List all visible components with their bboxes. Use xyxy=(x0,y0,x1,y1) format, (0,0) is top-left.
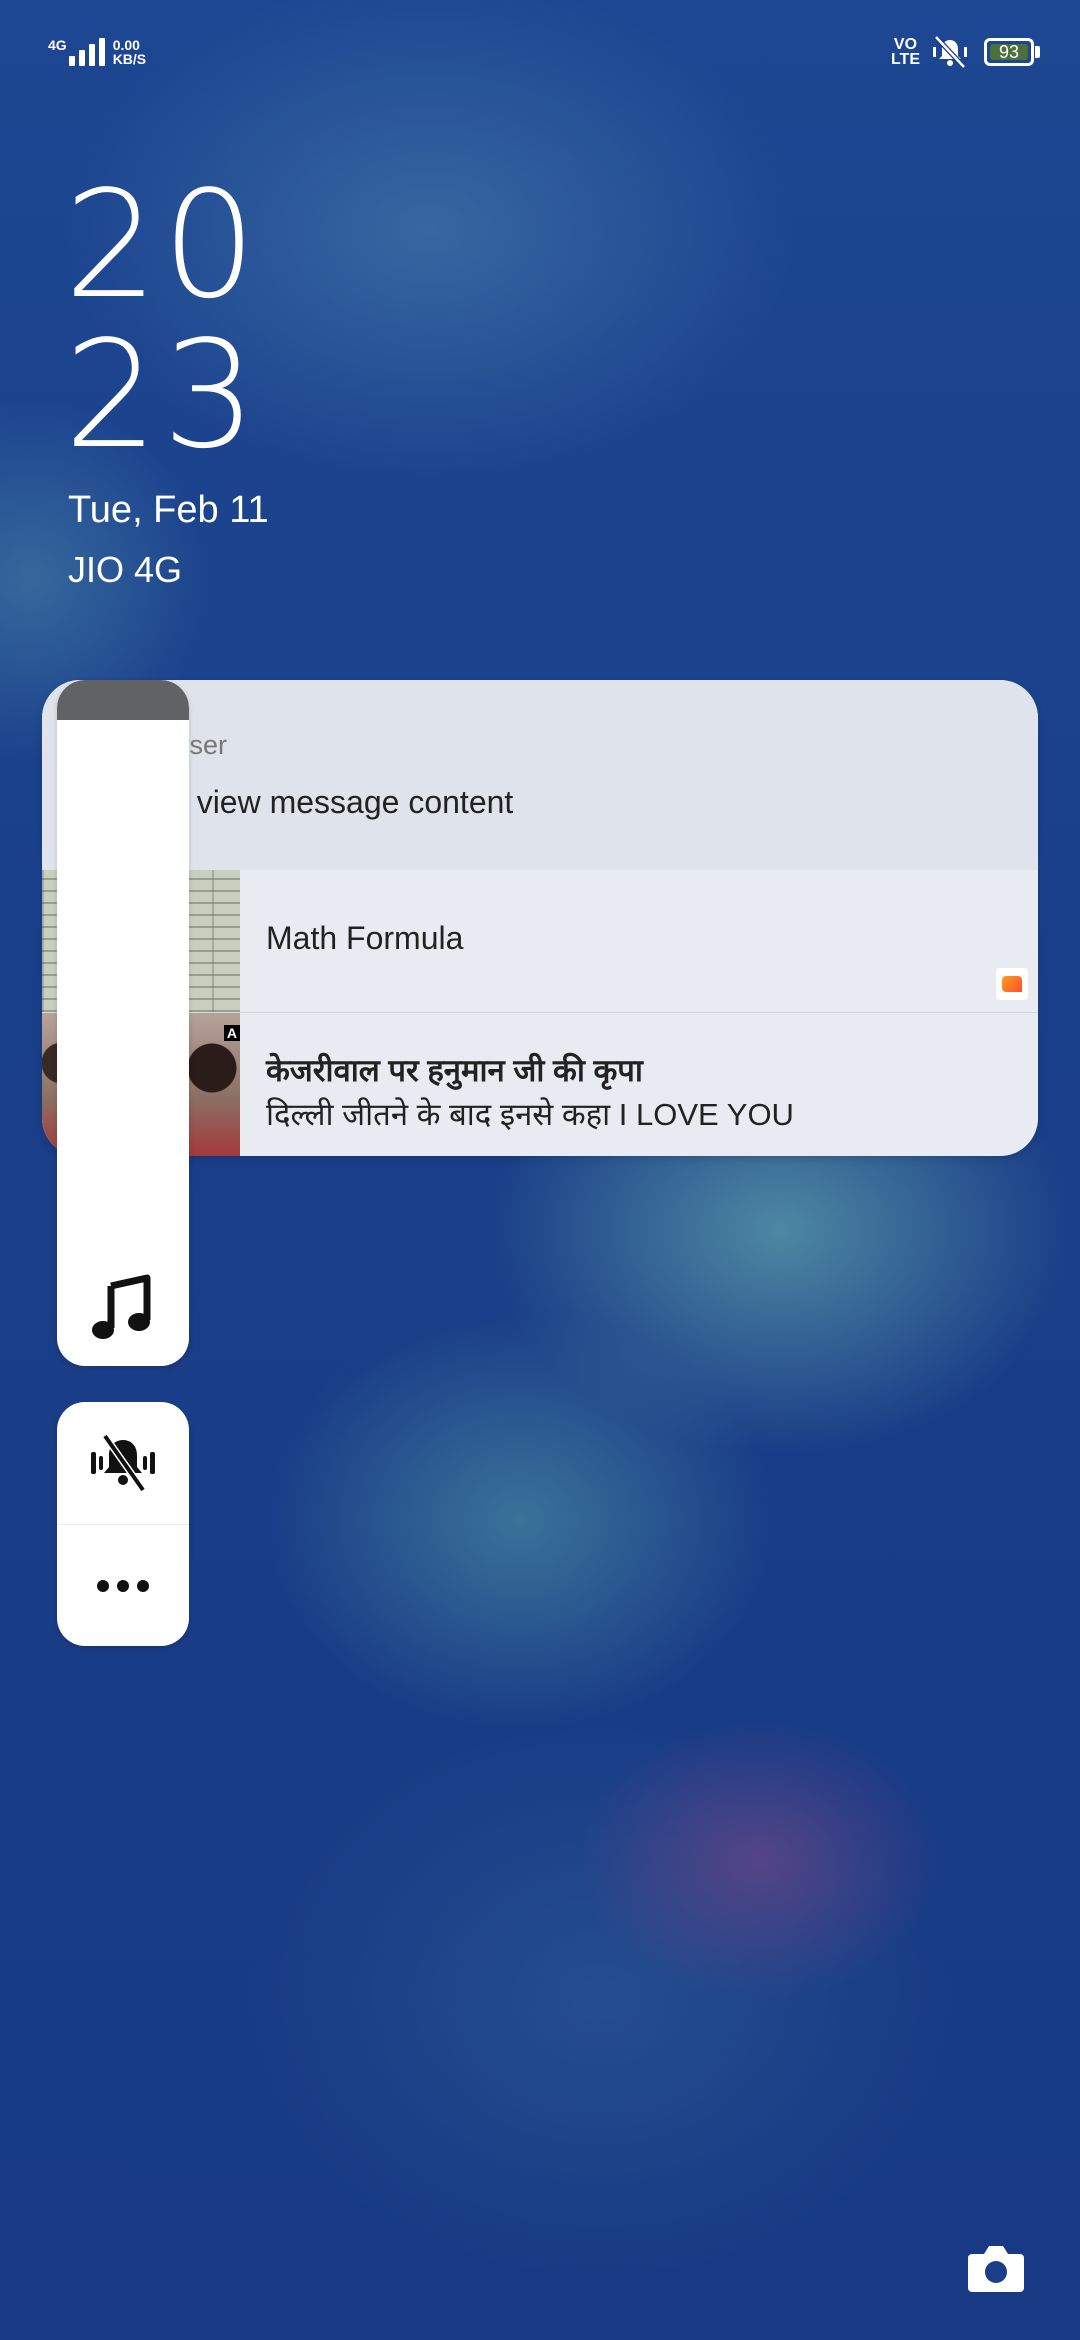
status-right: VO LTE 93 xyxy=(891,34,1040,70)
status-left: 4G 0.00 KB/S xyxy=(48,38,146,66)
signal-icon xyxy=(68,38,109,66)
battery-icon: 93 xyxy=(984,38,1034,66)
news-app-icon xyxy=(996,968,1028,1000)
battery-tip xyxy=(1035,46,1040,58)
data-speed-unit: KB/S xyxy=(112,51,147,67)
side-quick-panel xyxy=(57,680,189,1366)
clock-minute: 23 xyxy=(64,309,261,481)
signal-group: 4G xyxy=(48,38,109,66)
music-icon[interactable] xyxy=(87,1272,159,1344)
more-icon[interactable] xyxy=(83,1554,163,1618)
camera-icon[interactable] xyxy=(966,2240,1026,2296)
volte-line-2: LTE xyxy=(890,51,920,68)
news-title: Math Formula xyxy=(266,920,464,956)
data-speed: 0.00 KB/S xyxy=(113,38,146,66)
lockscreen-clock: 20 23 xyxy=(64,170,260,470)
news-subtitle: दिल्ली जीतने के बाद इनसे कहा I LOVE YOU xyxy=(266,1097,794,1132)
status-bar: 4G 0.00 KB/S VO LTE 93 xyxy=(0,0,1080,100)
mute-vibrate-icon xyxy=(933,35,967,69)
panel-divider xyxy=(57,1524,189,1525)
news-notification-kejriwal[interactable]: A केजरीवाल पर हनुमान जी की कृपा दिल्ली ज… xyxy=(42,1013,1038,1156)
thumbnail-badge: A xyxy=(223,1025,240,1041)
side-panel-handle[interactable] xyxy=(57,680,189,720)
data-speed-value: 0.00 xyxy=(112,37,140,53)
browser-notification[interactable]: wser o view message content xyxy=(42,680,1038,871)
clock-hour: 20 xyxy=(64,159,261,331)
volte-line-1: VO xyxy=(893,36,918,53)
volte-indicator: VO LTE xyxy=(890,36,920,68)
news-title: केजरीवाल पर हनुमान जी की कृपा xyxy=(266,1053,643,1088)
battery-level: 93 xyxy=(998,42,1020,62)
network-type-label: 4G xyxy=(48,37,67,53)
lockscreen-date: Tue, Feb 11 xyxy=(68,489,269,531)
carrier-label: JIO 4G xyxy=(68,549,183,590)
news-notification-math[interactable]: Math Formula xyxy=(42,870,1038,1013)
vibrate-mute-icon[interactable] xyxy=(83,1430,163,1494)
side-panel-controls xyxy=(57,1402,189,1646)
notification-message: o view message content xyxy=(170,784,514,820)
notification-stack[interactable]: wser o view message content Math Formula… xyxy=(42,680,1038,1156)
